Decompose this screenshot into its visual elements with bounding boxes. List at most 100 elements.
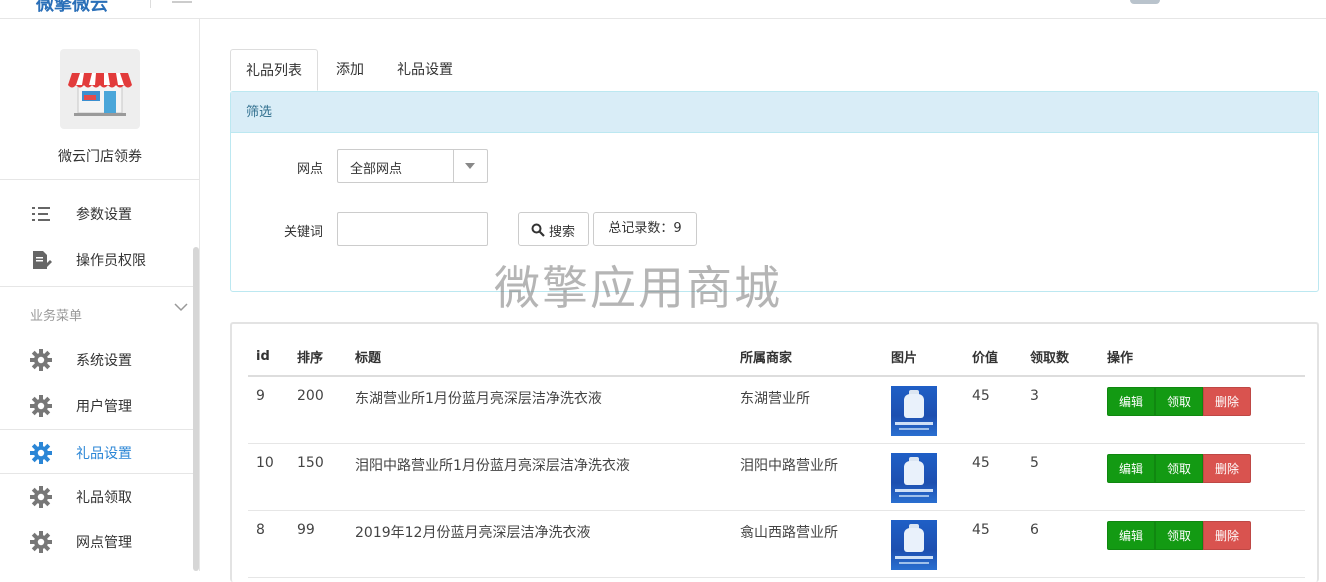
table-row: 10 150 泪阳中路营业所1月份蓝月亮深层洁净洗衣液 泪阳中路营业所 45 5… [248,443,1305,511]
document-edit-icon [33,251,52,269]
sidebar-scrollbar[interactable] [193,247,199,571]
table-row: 9 200 东湖营业所1月份蓝月亮深层洁净洗衣液 东湖营业所 45 3 编辑 领… [248,376,1305,444]
sidebar-item-system-settings[interactable]: 系统设置 [0,337,195,382]
cell-claimed: 3 [1022,376,1099,444]
sidebar-item-label: 礼品设置 [76,446,132,462]
cell-merchant: 东湖营业所 [732,376,883,444]
claim-button[interactable]: 领取 [1155,453,1204,483]
watermark: 微擎应用商城 [494,261,782,315]
brand-logo[interactable]: 微擎微云 [36,0,108,16]
cell-actions: 编辑 领取 删除 [1099,443,1305,511]
gift-table-panel: id 排序 标题 所属商家 图片 价值 领取数 操作 9 200 东湖营业所1月… [230,322,1319,582]
edit-button[interactable]: 编辑 [1107,453,1156,483]
cell-value: 45 [964,376,1022,444]
storefront-icon [68,73,132,116]
chevron-down-icon[interactable] [174,302,188,312]
cell-sort: 99 [289,510,347,578]
edit-button[interactable]: 编辑 [1107,520,1156,550]
keyword-label: 关键词 [283,225,323,240]
sidebar-item-user-management[interactable]: 用户管理 [0,383,195,428]
keyword-input[interactable] [337,212,488,246]
tab-add[interactable]: 添加 [321,49,379,91]
cell-image [883,510,964,578]
total-records: 总记录数：9 [593,212,697,246]
sidebar-item-gift-claims[interactable]: 礼品领取 [0,474,195,519]
table-header-row: id 排序 标题 所属商家 图片 价值 领取数 操作 [248,338,1305,377]
cell-sort: 200 [289,376,347,444]
cell-value: 45 [964,510,1022,578]
sidebar: 微云门店领券 参数设置 操作员权限 业务菜单 系统设置 用户管理 礼品设置 礼品… [0,19,200,571]
store-logo [60,49,140,129]
gift-table: id 排序 标题 所属商家 图片 价值 领取数 操作 9 200 东湖营业所1月… [248,338,1305,578]
cell-sort: 150 [289,443,347,511]
edit-button[interactable]: 编辑 [1107,387,1156,416]
product-thumbnail[interactable] [891,386,937,436]
claim-button[interactable]: 领取 [1155,520,1204,550]
cell-actions: 编辑 领取 删除 [1099,376,1305,444]
branch-select-value: 全部网点 [350,162,403,177]
gear-icon [30,349,52,371]
sidebar-item-label: 参数设置 [76,207,132,223]
tab-bar: 礼品列表 添加 礼品设置 [230,49,1319,91]
sidebar-item-params[interactable]: 参数设置 [0,191,195,236]
cell-image [883,376,964,444]
select-arrow-box [453,150,487,182]
branch-label: 网点 [296,162,323,177]
cell-title: 泪阳中路营业所1月份蓝月亮深层洁净洗衣液 [347,443,732,511]
cell-image [883,443,964,511]
gear-icon [30,442,52,464]
sidebar-section-title: 业务菜单 [30,309,83,324]
brand-divider [150,0,151,8]
gear-icon [30,531,52,553]
tab-gift-list[interactable]: 礼品列表 [230,49,318,91]
cell-claimed: 6 [1022,510,1099,578]
sidebar-item-label: 礼品领取 [76,490,132,506]
sidebar-divider [0,286,199,287]
product-thumbnail[interactable] [891,452,937,503]
search-button[interactable]: 搜索 [518,212,589,246]
cell-title: 东湖营业所1月份蓝月亮深层洁净洗衣液 [347,376,732,444]
cell-value: 45 [964,443,1022,511]
list-icon [32,207,50,221]
product-thumbnail[interactable] [891,519,937,570]
delete-button[interactable]: 删除 [1203,387,1252,416]
sidebar-item-label: 操作员权限 [76,253,146,269]
sidebar-item-branch-management[interactable]: 网点管理 [0,519,195,564]
sidebar-item-label: 网点管理 [76,535,132,551]
gear-icon [30,395,52,417]
branch-select[interactable]: 全部网点 [337,149,488,183]
top-bar: 微擎微云 [0,0,1326,19]
column-header: 领取数 [1022,338,1099,377]
column-header: 所属商家 [732,338,883,377]
sidebar-item-operator-permissions[interactable]: 操作员权限 [0,237,195,282]
menu-toggle-icon[interactable] [172,0,192,3]
cell-id: 9 [248,376,289,444]
cell-id: 8 [248,510,289,578]
sidebar-item-label: 系统设置 [76,353,132,369]
table-row: 8 99 2019年12月份蓝月亮深层洁净洗衣液 翕山西路营业所 45 6 编辑… [248,510,1305,578]
column-header: id [248,338,289,377]
sidebar-item-label: 用户管理 [76,399,132,415]
column-header: 标题 [347,338,732,377]
filter-heading: 筛选 [231,92,1318,133]
cell-actions: 编辑 领取 删除 [1099,510,1305,578]
column-header: 操作 [1099,338,1305,377]
delete-button[interactable]: 删除 [1203,520,1252,550]
column-header: 排序 [289,338,347,377]
cell-id: 10 [248,443,289,511]
tab-gift-settings[interactable]: 礼品设置 [382,49,468,91]
claim-button[interactable]: 领取 [1155,387,1204,416]
store-name: 微云门店领券 [58,149,142,165]
column-header: 图片 [883,338,964,377]
cell-title: 2019年12月份蓝月亮深层洁净洗衣液 [347,510,732,578]
cell-merchant: 翕山西路营业所 [732,510,883,578]
caret-down-icon [465,163,475,169]
delete-button[interactable]: 删除 [1203,453,1252,483]
gear-icon [30,486,52,508]
sidebar-divider [0,179,199,180]
column-header: 价值 [964,338,1022,377]
sidebar-item-gift-settings[interactable]: 礼品设置 [0,429,195,474]
user-avatar[interactable] [1130,0,1160,4]
search-icon [531,223,545,237]
search-button-label: 搜索 [549,225,576,240]
